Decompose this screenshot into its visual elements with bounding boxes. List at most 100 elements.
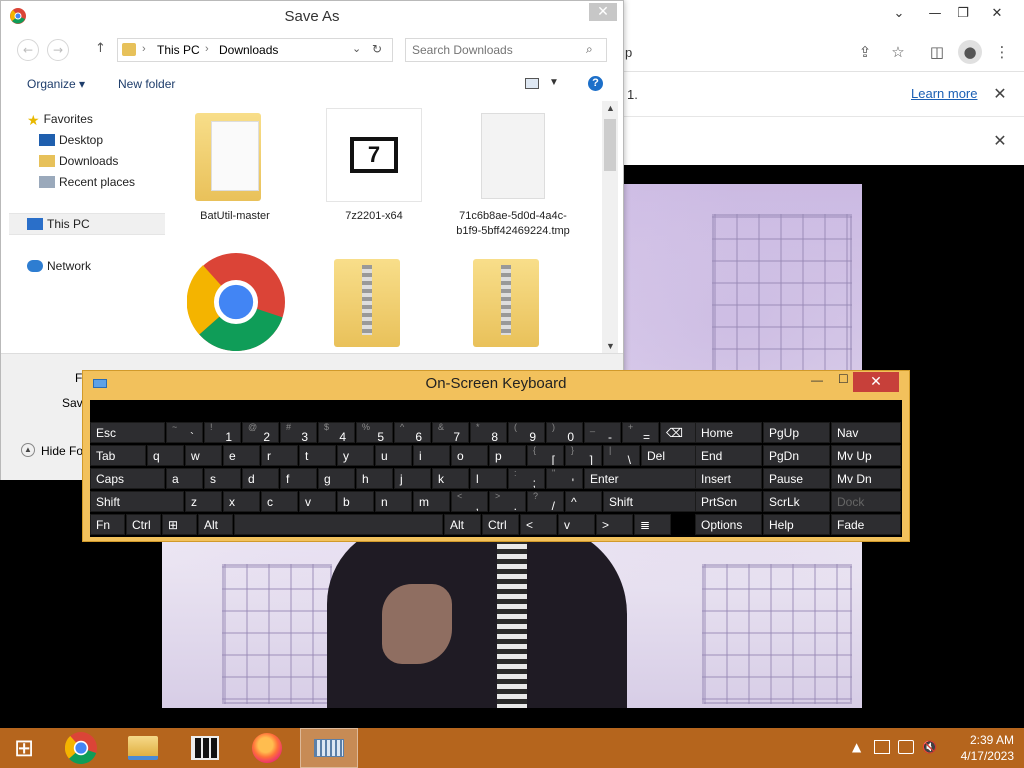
key-0-11[interactable]: ) 0 (546, 422, 583, 443)
key-1-13[interactable]: | \ (603, 445, 640, 466)
view-options-icon[interactable] (525, 78, 539, 89)
nav-key-1-0[interactable]: End (695, 445, 762, 466)
nav-key-2-0[interactable]: Insert (695, 468, 762, 489)
nav-key-1-2[interactable]: Mv Up (831, 445, 901, 466)
forward-button[interactable]: → (47, 39, 69, 61)
breadcrumb-this-pc[interactable]: This PC (157, 43, 200, 57)
key-1-4[interactable]: r (261, 445, 298, 466)
search-box[interactable]: ⌕ (405, 38, 607, 62)
key-0-2[interactable]: ! 1 (204, 422, 241, 443)
close-window-button[interactable]: ✕ (982, 4, 1012, 24)
side-panel-icon[interactable]: ◫ (925, 40, 949, 64)
key-2-1[interactable]: a (166, 468, 203, 489)
key-0-8[interactable]: & 7 (432, 422, 469, 443)
key-0-3[interactable]: @2 (242, 422, 279, 443)
chevron-down-icon[interactable]: ▼ (549, 77, 559, 88)
close-icon[interactable]: ✕ (990, 131, 1010, 150)
tab-search-icon[interactable]: ⌄ (884, 4, 914, 24)
key-2-12[interactable]: Enter (584, 468, 706, 489)
key-0-4[interactable]: #3 (280, 422, 317, 443)
key-1-8[interactable]: i (413, 445, 450, 466)
restore-button[interactable]: ❐ (948, 4, 978, 24)
key-1-5[interactable]: t (299, 445, 336, 466)
learn-more-link[interactable]: Learn more (911, 86, 977, 101)
key-4-10[interactable]: ≣ (634, 514, 671, 535)
organize-button[interactable]: Organize ▾ (27, 77, 85, 91)
key-0-13[interactable]: + = (622, 422, 659, 443)
key-2-0[interactable]: Caps (90, 468, 165, 489)
nav-key-0-1[interactable]: PgUp (763, 422, 830, 443)
key-3-0[interactable]: Shift (90, 491, 184, 512)
osk-close-button[interactable]: ✕ (853, 372, 899, 392)
file-item[interactable] (453, 251, 573, 351)
close-icon[interactable]: ✕ (990, 84, 1010, 103)
taskbar-media[interactable] (176, 728, 234, 768)
key-2-11[interactable]: " ' (546, 468, 583, 489)
breadcrumb-downloads[interactable]: Downloads (219, 43, 278, 57)
key-0-0[interactable]: Esc (90, 422, 165, 443)
key-3-4[interactable]: v (299, 491, 336, 512)
key-1-7[interactable]: u (375, 445, 412, 466)
url-text[interactable]: p (625, 45, 632, 60)
new-folder-button[interactable]: New folder (118, 77, 175, 91)
key-1-10[interactable]: p (489, 445, 526, 466)
search-icon[interactable]: ⌕ (586, 42, 593, 57)
nav-key-0-0[interactable]: Home (695, 422, 762, 443)
sidebar-item-desktop[interactable]: Desktop (39, 133, 103, 147)
nav-key-3-1[interactable]: ScrLk (763, 491, 830, 512)
nav-key-4-1[interactable]: Help (763, 514, 830, 535)
search-input[interactable] (412, 41, 582, 59)
key-4-8[interactable]: v (558, 514, 595, 535)
key-2-3[interactable]: d (242, 468, 279, 489)
sidebar-item-recent[interactable]: Recent places (39, 175, 135, 189)
key-0-6[interactable]: % 5 (356, 422, 393, 443)
key-1-12[interactable]: }] (565, 445, 602, 466)
taskbar-chrome[interactable] (52, 728, 110, 768)
key-4-5[interactable]: Alt (444, 514, 481, 535)
clock[interactable]: 2:39 AM 4/17/2023 (944, 732, 1014, 764)
nav-key-4-0[interactable]: Options (695, 514, 762, 535)
tray-overflow-icon[interactable]: ▲ (852, 740, 861, 754)
key-4-6[interactable]: Ctrl (482, 514, 519, 535)
key-3-6[interactable]: n (375, 491, 412, 512)
key-3-9[interactable]: >. (489, 491, 526, 512)
key-4-4[interactable] (234, 514, 443, 535)
file-item[interactable] (175, 251, 295, 351)
sidebar-item-downloads[interactable]: Downloads (39, 154, 118, 168)
key-3-12[interactable]: Shift (603, 491, 706, 512)
taskbar-firefox[interactable] (238, 728, 296, 768)
key-0-9[interactable]: * 8 (470, 422, 507, 443)
nav-key-1-1[interactable]: PgDn (763, 445, 830, 466)
nav-key-2-1[interactable]: Pause (763, 468, 830, 489)
sidebar-item-favorites[interactable]: ★ Favorites (27, 112, 93, 128)
file-item[interactable]: BatUtil-master (175, 105, 295, 235)
key-1-0[interactable]: Tab (90, 445, 146, 466)
key-3-1[interactable]: z (185, 491, 222, 512)
scroll-thumb[interactable] (604, 119, 616, 171)
key-0-5[interactable]: $4 (318, 422, 355, 443)
profile-avatar[interactable]: ● (958, 40, 982, 64)
scroll-up-icon[interactable]: ▲ (606, 103, 615, 113)
sidebar-item-network[interactable]: Network (27, 259, 91, 273)
minimize-button[interactable]: — (920, 4, 950, 24)
key-2-6[interactable]: h (356, 468, 393, 489)
key-4-9[interactable]: > (596, 514, 633, 535)
file-item[interactable]: 71c6b8ae-5d0d-4a4c-b1f9-5bff42469224.tmp (453, 105, 573, 255)
share-icon[interactable]: ⇪ (853, 40, 877, 64)
key-1-11[interactable]: {[ (527, 445, 564, 466)
chevron-up-icon[interactable]: ▲ (21, 443, 35, 457)
sidebar-item-this-pc[interactable]: This PC (27, 217, 90, 231)
file-item[interactable] (314, 251, 434, 351)
key-1-6[interactable]: y (337, 445, 374, 466)
key-0-1[interactable]: ~ ` (166, 422, 203, 443)
key-3-8[interactable]: <, (451, 491, 488, 512)
key-2-9[interactable]: l (470, 468, 507, 489)
key-0-12[interactable]: _ - (584, 422, 621, 443)
refresh-icon[interactable]: ↻ (372, 42, 382, 56)
key-2-8[interactable]: k (432, 468, 469, 489)
taskbar-osk[interactable] (300, 728, 358, 768)
osk-maximize-button[interactable]: ☐ (838, 372, 849, 386)
osk-minimize-button[interactable]: — (811, 373, 823, 387)
key-0-10[interactable]: (9 (508, 422, 545, 443)
help-icon[interactable]: ? (588, 76, 603, 91)
